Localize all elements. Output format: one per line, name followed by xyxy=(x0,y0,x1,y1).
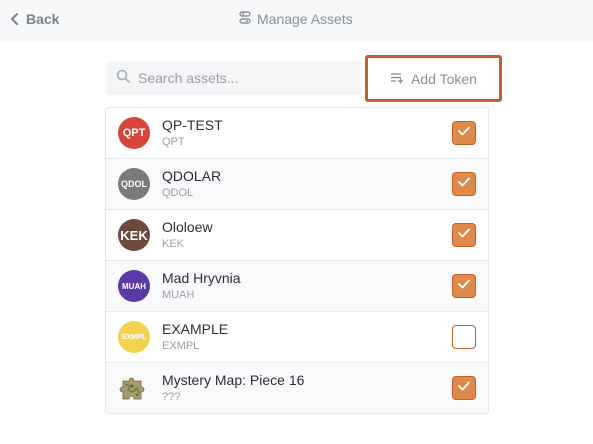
puzzle-map-avatar xyxy=(118,372,150,404)
add-token-button[interactable]: Add Token xyxy=(365,55,502,102)
add-token-label: Add Token xyxy=(411,70,477,87)
page-title-text: Manage Assets xyxy=(257,11,353,27)
asset-symbol: QDOL xyxy=(162,187,194,199)
header: Back Manage Assets xyxy=(0,0,593,42)
asset-checkbox[interactable] xyxy=(452,274,476,298)
asset-avatar: MUAH xyxy=(118,270,150,302)
back-label: Back xyxy=(26,11,60,27)
checkmark-icon xyxy=(457,226,471,244)
asset-name: Mystery Map: Piece 16 xyxy=(162,372,305,388)
asset-name: QDOLAR xyxy=(162,168,222,184)
checkmark-icon xyxy=(457,175,471,193)
manage-assets-icon xyxy=(239,10,251,28)
asset-checkbox[interactable] xyxy=(452,223,476,247)
page-title: Manage Assets xyxy=(239,9,353,29)
search-box[interactable] xyxy=(106,61,362,95)
asset-checkbox[interactable] xyxy=(452,172,476,196)
add-list-icon xyxy=(390,71,404,87)
search-input[interactable] xyxy=(138,70,348,86)
asset-checkbox[interactable] xyxy=(452,121,476,145)
asset-symbol: KEK xyxy=(162,238,185,250)
asset-avatar: KEK xyxy=(118,219,150,251)
asset-symbol: EXMPL xyxy=(162,340,200,352)
asset-avatar: EXMPL xyxy=(118,321,150,353)
asset-name: Mad Hryvnia xyxy=(162,270,241,286)
asset-row[interactable]: MUAH Mad Hryvnia MUAH xyxy=(106,261,488,312)
asset-symbol: QPT xyxy=(162,136,185,148)
chevron-left-icon xyxy=(10,13,20,25)
asset-row[interactable]: KEK Ololoew KEK xyxy=(106,210,488,261)
checkmark-icon xyxy=(457,277,471,295)
asset-row[interactable]: EXMPL EXAMPLE EXMPL xyxy=(106,312,488,363)
asset-row[interactable]: Mystery Map: Piece 16 ??? xyxy=(106,363,488,413)
search-icon xyxy=(116,69,130,88)
asset-checkbox[interactable] xyxy=(452,325,476,349)
asset-name: EXAMPLE xyxy=(162,321,229,337)
asset-avatar: QPT xyxy=(118,117,150,149)
asset-name: QP-TEST xyxy=(162,117,223,133)
asset-symbol: ??? xyxy=(162,391,181,403)
asset-symbol: MUAH xyxy=(162,289,195,301)
checkmark-icon xyxy=(457,124,471,142)
asset-list: QPT QP-TEST QPT QDOL QDOLAR QDOL KEK Olo… xyxy=(105,107,489,414)
checkmark-icon xyxy=(457,379,471,397)
asset-row[interactable]: QPT QP-TEST QPT xyxy=(106,108,488,159)
asset-avatar: QDOL xyxy=(118,168,150,200)
asset-checkbox[interactable] xyxy=(452,376,476,400)
back-button[interactable]: Back xyxy=(10,9,59,29)
asset-name: Ololoew xyxy=(162,219,213,235)
asset-row[interactable]: QDOL QDOLAR QDOL xyxy=(106,159,488,210)
